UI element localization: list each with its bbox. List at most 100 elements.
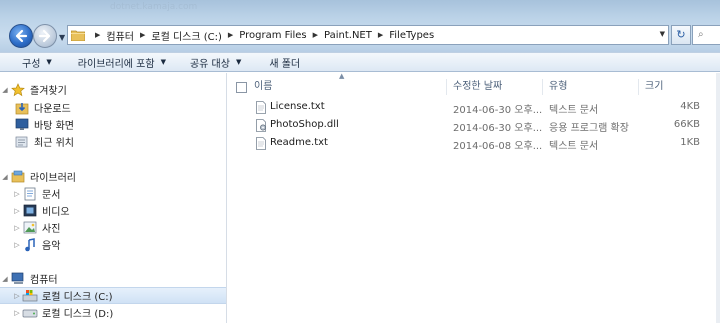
sidebar-item-music[interactable]: ▷ 음악 xyxy=(0,236,226,253)
breadcrumb: ▶ 컴퓨터 ▶ 로컬 디스크 (C:) ▶ Program Files ▶ Pa… xyxy=(89,28,434,43)
folder-icon xyxy=(71,30,85,41)
breadcrumb-program-files[interactable]: Program Files xyxy=(239,30,306,41)
sidebar-item-desktop[interactable]: 바탕 화면 xyxy=(0,116,226,133)
breadcrumb-drive[interactable]: 로컬 디스크 (C:) xyxy=(151,28,222,43)
text-file-icon xyxy=(256,137,266,150)
share-label: 공유 대상 xyxy=(189,58,230,70)
column-headers: ▲ 이름 수정한 날짜 유형 크기 xyxy=(228,72,720,96)
sidebar-item-label: 라이브러리 xyxy=(30,173,76,184)
file-size: 1KB xyxy=(680,137,700,148)
star-icon xyxy=(10,82,26,97)
videos-icon xyxy=(22,204,38,218)
breadcrumb-separator[interactable]: ▶ xyxy=(378,31,383,39)
collapse-arrow-icon[interactable]: ◢ xyxy=(0,173,10,181)
system-drive-icon xyxy=(22,289,38,303)
search-input[interactable]: ⌕ xyxy=(692,25,720,45)
text-file-icon xyxy=(256,101,266,114)
vertical-scrollbar[interactable] xyxy=(716,73,720,323)
expand-arrow-icon[interactable]: ▷ xyxy=(12,309,22,317)
recent-pages-dropdown[interactable]: ▼ xyxy=(59,33,65,42)
breadcrumb-paintnet[interactable]: Paint.NET xyxy=(324,30,372,41)
breadcrumb-separator[interactable]: ▶ xyxy=(228,31,233,39)
address-bar-area: dotnet.kamaja.com ▼ ▶ 컴퓨터 ▶ 로컬 디스크 (C:) … xyxy=(0,0,720,52)
file-date: 2014-06-30 오후... xyxy=(453,105,543,116)
new-folder-button[interactable]: 새 폴더 xyxy=(261,55,308,70)
expand-arrow-icon[interactable]: ▷ xyxy=(12,241,22,249)
drive-icon xyxy=(22,306,38,320)
organize-button[interactable]: 구성 ▼ xyxy=(14,55,60,70)
sidebar-item-drive-c[interactable]: ▷ 로컬 디스크 (C:) xyxy=(0,287,226,304)
forward-button[interactable] xyxy=(33,24,57,48)
documents-icon xyxy=(22,187,38,201)
sidebar-item-label: 로컬 디스크 (C:) xyxy=(42,292,113,303)
breadcrumb-separator[interactable]: ▶ xyxy=(313,31,318,39)
file-name: License.txt xyxy=(270,101,325,112)
sidebar-item-label: 로컬 디스크 (D:) xyxy=(42,309,114,320)
recent-places-icon xyxy=(14,135,30,149)
expand-arrow-icon[interactable]: ▷ xyxy=(12,224,22,232)
share-button[interactable]: 공유 대상 ▼ xyxy=(182,55,249,70)
refresh-button[interactable]: ↻ xyxy=(671,25,691,45)
column-header-name[interactable]: 이름 xyxy=(248,79,447,95)
sidebar-item-label: 컴퓨터 xyxy=(30,275,58,286)
column-header-type[interactable]: 유형 xyxy=(543,79,639,95)
command-bar: 구성 ▼ 라이브러리에 포함 ▼ 공유 대상 ▼ 새 폴더 xyxy=(0,52,720,72)
navigation-pane: ◢ 즐겨찾기 다운로드 바탕 화면 최근 위치 ◢ 라이브러리 ▷ 문서 ▷ 비… xyxy=(0,73,227,323)
include-library-label: 라이브러리에 포함 xyxy=(77,58,155,70)
file-list: ▲ 이름 수정한 날짜 유형 크기 License.txt 2014-06-30… xyxy=(228,72,720,323)
sidebar-item-libraries[interactable]: ◢ 라이브러리 xyxy=(0,168,226,185)
file-size: 4KB xyxy=(680,101,700,112)
expand-arrow-icon[interactable]: ▷ xyxy=(12,207,22,215)
file-type: 응용 프로그램 확장 xyxy=(549,123,629,134)
sidebar-item-videos[interactable]: ▷ 비디오 xyxy=(0,202,226,219)
breadcrumb-filetypes[interactable]: FileTypes xyxy=(389,30,434,41)
pictures-icon xyxy=(22,221,38,235)
sidebar-item-downloads[interactable]: 다운로드 xyxy=(0,99,226,116)
include-library-button[interactable]: 라이브러리에 포함 ▼ xyxy=(70,55,174,70)
collapse-arrow-icon[interactable]: ◢ xyxy=(0,86,10,94)
music-icon xyxy=(22,237,38,252)
sidebar-item-favorites[interactable]: ◢ 즐겨찾기 xyxy=(0,81,226,98)
chevron-down-icon: ▼ xyxy=(160,58,166,66)
organize-label: 구성 xyxy=(22,58,41,70)
sidebar-item-drive-d[interactable]: ▷ 로컬 디스크 (D:) xyxy=(0,304,226,321)
sidebar-item-label: 문서 xyxy=(42,190,61,201)
sidebar-item-label: 음악 xyxy=(42,241,61,252)
table-row[interactable]: PhotoShop.dll 2014-06-30 오후... 응용 프로그램 확… xyxy=(228,117,720,134)
file-date: 2014-06-30 오후... xyxy=(453,123,543,134)
sidebar-item-recent[interactable]: 최근 위치 xyxy=(0,133,226,150)
file-date: 2014-06-08 오후... xyxy=(453,141,543,152)
search-icon: ⌕ xyxy=(698,29,704,40)
file-name: PhotoShop.dll xyxy=(270,119,339,130)
sidebar-item-documents[interactable]: ▷ 문서 xyxy=(0,185,226,202)
back-button[interactable] xyxy=(9,24,33,48)
breadcrumb-separator[interactable]: ▶ xyxy=(140,31,145,39)
chevron-down-icon: ▼ xyxy=(235,58,242,66)
sidebar-item-label: 즐겨찾기 xyxy=(30,86,67,97)
expand-arrow-icon[interactable]: ▷ xyxy=(12,292,22,300)
window-title: dotnet.kamaja.com xyxy=(110,2,198,12)
address-field[interactable]: ▶ 컴퓨터 ▶ 로컬 디스크 (C:) ▶ Program Files ▶ Pa… xyxy=(67,25,669,45)
column-header-date[interactable]: 수정한 날짜 xyxy=(447,79,543,95)
desktop-icon xyxy=(14,118,30,132)
sidebar-item-computer[interactable]: ◢ 컴퓨터 xyxy=(0,270,226,287)
file-type: 텍스트 문서 xyxy=(549,141,599,152)
libraries-icon xyxy=(10,170,26,184)
sidebar-item-label: 바탕 화면 xyxy=(34,121,74,132)
select-all-checkbox[interactable] xyxy=(236,82,247,93)
sidebar-item-pictures[interactable]: ▷ 사진 xyxy=(0,219,226,236)
breadcrumb-separator[interactable]: ▶ xyxy=(95,31,100,39)
computer-icon xyxy=(10,272,26,286)
file-type: 텍스트 문서 xyxy=(549,105,599,116)
address-dropdown[interactable]: ▼ xyxy=(660,30,665,38)
table-row[interactable]: License.txt 2014-06-30 오후... 텍스트 문서 4KB xyxy=(228,99,720,116)
breadcrumb-computer[interactable]: 컴퓨터 xyxy=(106,28,134,43)
expand-arrow-icon[interactable]: ▷ xyxy=(12,190,22,198)
refresh-icon: ↻ xyxy=(676,28,686,41)
back-arrow-icon xyxy=(15,29,28,43)
column-header-size[interactable]: 크기 xyxy=(639,79,709,95)
dll-gear-icon xyxy=(256,119,266,132)
collapse-arrow-icon[interactable]: ◢ xyxy=(0,275,10,283)
sidebar-item-label: 비디오 xyxy=(42,207,70,218)
table-row[interactable]: Readme.txt 2014-06-08 오후... 텍스트 문서 1KB xyxy=(228,135,720,152)
